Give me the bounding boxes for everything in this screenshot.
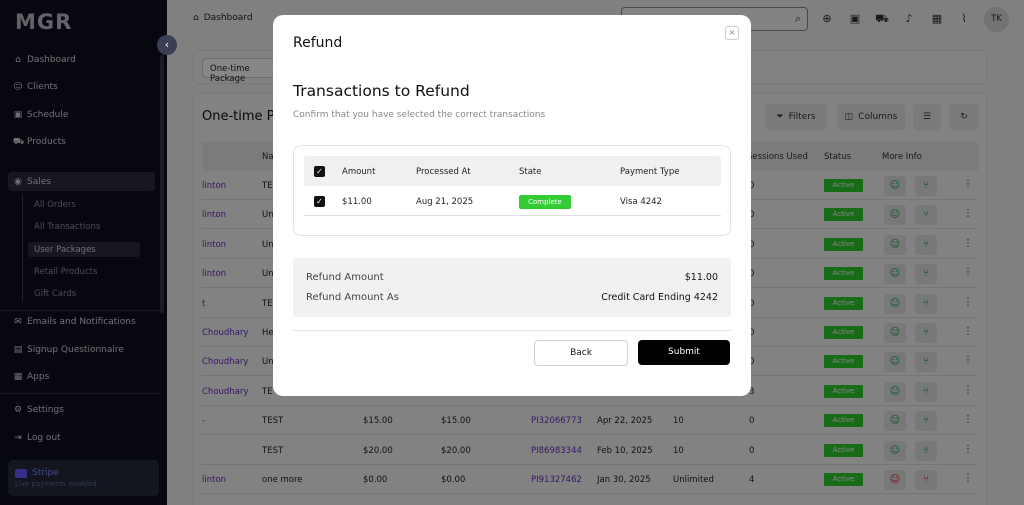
column-header-amount: Amount — [342, 167, 376, 177]
refund-modal: Refund × Transactions to Refund Confirm … — [273, 15, 751, 396]
transaction-row[interactable]: ✓ $11.00 Aug 21, 2025 Complete Visa 4242 — [304, 187, 721, 216]
section-subtitle: Confirm that you have selected the corre… — [293, 110, 546, 120]
select-all-checkbox[interactable]: ✓ — [314, 166, 325, 177]
transaction-processed-at: Aug 21, 2025 — [416, 197, 474, 207]
refund-as-label: Refund Amount As — [306, 292, 399, 303]
back-button[interactable]: Back — [534, 340, 628, 366]
row-checkbox[interactable]: ✓ — [314, 196, 325, 207]
section-title: Transactions to Refund — [293, 82, 470, 100]
refund-as-value: Credit Card Ending 4242 — [601, 292, 718, 303]
column-header-payment-type: Payment Type — [620, 167, 680, 177]
refund-summary: Refund Amount $11.00 Refund Amount As Cr… — [293, 258, 731, 317]
transactions-table: ✓ Amount Processed At State Payment Type… — [293, 145, 731, 236]
column-header-state: State — [519, 167, 542, 177]
submit-button[interactable]: Submit — [638, 340, 730, 365]
column-header-processed-at: Processed At — [416, 167, 471, 177]
transaction-amount: $11.00 — [342, 197, 372, 207]
refund-amount-value: $11.00 — [684, 272, 718, 283]
modal-title: Refund — [293, 35, 343, 51]
transaction-payment-type: Visa 4242 — [620, 197, 662, 207]
modal-divider — [293, 330, 731, 331]
transactions-table-header: ✓ Amount Processed At State Payment Type — [304, 156, 721, 186]
status-badge: Complete — [519, 195, 571, 209]
sidebar-collapse-button[interactable]: ‹ — [157, 35, 177, 55]
close-icon[interactable]: × — [725, 26, 739, 40]
refund-amount-label: Refund Amount — [306, 272, 384, 283]
